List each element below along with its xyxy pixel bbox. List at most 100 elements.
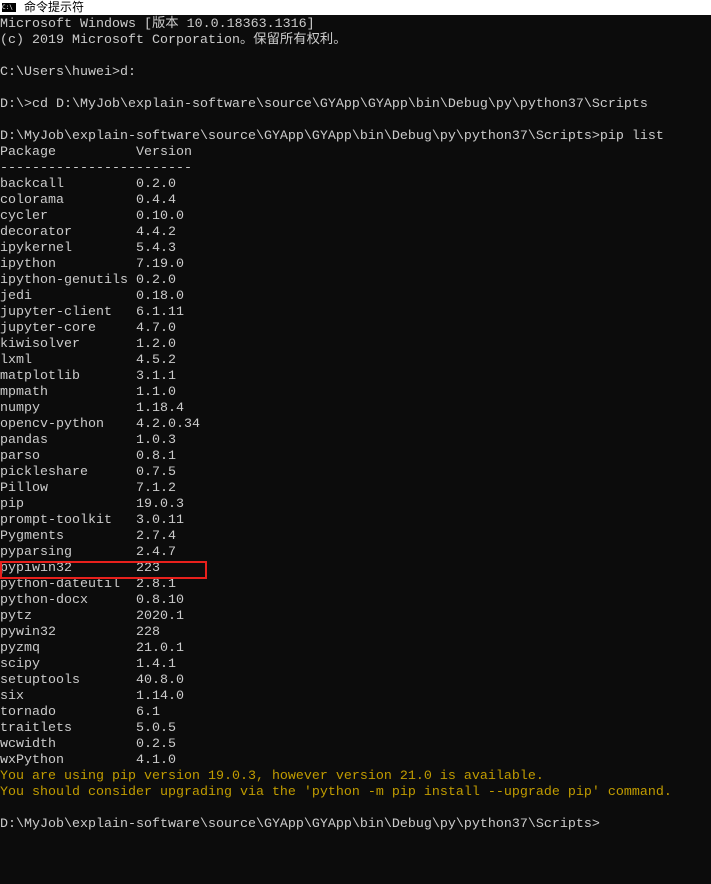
table-header: Package Version xyxy=(0,145,672,161)
package-name: setuptools xyxy=(0,673,80,688)
table-row: parso 0.8.1 xyxy=(0,449,672,465)
package-name: Package xyxy=(0,145,56,160)
package-name: colorama xyxy=(0,193,64,208)
console-line: (c) 2019 Microsoft Corporation。保留所有权利。 xyxy=(0,33,347,48)
package-version: 4.4.2 xyxy=(136,225,176,240)
table-row: python-dateutil 2.8.1 xyxy=(0,577,672,593)
package-name: prompt-toolkit xyxy=(0,513,112,528)
package-version: 0.7.5 xyxy=(136,465,176,480)
package-version: 21.0.1 xyxy=(136,641,184,656)
package-name: ipykernel xyxy=(0,241,72,256)
table-row: six 1.14.0 xyxy=(0,689,672,705)
table-row: ipykernel 5.4.3 xyxy=(0,241,672,257)
package-name: wcwidth xyxy=(0,737,56,752)
table-row: ipython 7.19.0 xyxy=(0,257,672,273)
package-version: 1.4.1 xyxy=(136,657,176,672)
package-name: jedi xyxy=(0,289,32,304)
package-name: pyzmq xyxy=(0,641,40,656)
package-version: 0.2.0 xyxy=(136,273,176,288)
package-version: 2.7.4 xyxy=(136,529,176,544)
package-version: 3.0.11 xyxy=(136,513,184,528)
package-name: ipython xyxy=(0,257,56,272)
terminal-output[interactable]: Microsoft Windows [版本 10.0.18363.1316] (c… xyxy=(0,17,672,833)
package-version: 1.2.0 xyxy=(136,337,176,352)
table-row: jedi 0.18.0 xyxy=(0,289,672,305)
package-version: 0.18.0 xyxy=(136,289,184,304)
package-version: 228 xyxy=(136,625,160,640)
package-version: 40.8.0 xyxy=(136,673,184,688)
table-row: wxPython 4.1.0 xyxy=(0,753,672,769)
table-row: tornado 6.1 xyxy=(0,705,672,721)
console-line: D:\MyJob\explain-software\source\GYApp\G… xyxy=(0,129,664,144)
package-version: 4.2.0.34 xyxy=(136,417,200,432)
package-name: tornado xyxy=(0,705,56,720)
highlight-box xyxy=(0,561,207,579)
table-row: pytz 2020.1 xyxy=(0,609,672,625)
package-name: traitlets xyxy=(0,721,72,736)
package-name: pandas xyxy=(0,433,48,448)
package-name: python-dateutil xyxy=(0,577,120,592)
package-name: lxml xyxy=(0,353,32,368)
package-version: 3.1.1 xyxy=(136,369,176,384)
table-row: Pillow 7.1.2 xyxy=(0,481,672,497)
table-row: backcall 0.2.0 xyxy=(0,177,672,193)
table-row: python-docx 0.8.10 xyxy=(0,593,672,609)
table-row: setuptools 40.8.0 xyxy=(0,673,672,689)
table-row: traitlets 5.0.5 xyxy=(0,721,672,737)
table-row: jupyter-client 6.1.11 xyxy=(0,305,672,321)
table-row: Pygments 2.7.4 xyxy=(0,529,672,545)
table-row: ipython-genutils 0.2.0 xyxy=(0,273,672,289)
package-version: 5.4.3 xyxy=(136,241,176,256)
package-version: 4.1.0 xyxy=(136,753,176,768)
table-row: pandas 1.0.3 xyxy=(0,433,672,449)
table-row: mpmath 1.1.0 xyxy=(0,385,672,401)
table-row: lxml 4.5.2 xyxy=(0,353,672,369)
package-name: pytz xyxy=(0,609,32,624)
package-version: 0.2.0 xyxy=(136,177,176,192)
table-row: pywin32 228 xyxy=(0,625,672,641)
package-version: 0.8.1 xyxy=(136,449,176,464)
package-version: 1.18.4 xyxy=(136,401,184,416)
package-version: 6.1.11 xyxy=(136,305,184,320)
package-name: six xyxy=(0,689,24,704)
package-version: 19.0.3 xyxy=(136,497,184,512)
package-version: 2.4.7 xyxy=(136,545,176,560)
package-version: Version xyxy=(136,145,192,160)
package-version: 0.2.5 xyxy=(136,737,176,752)
package-name: wxPython xyxy=(0,753,64,768)
package-name: pyparsing xyxy=(0,545,72,560)
package-version: 4.7.0 xyxy=(136,321,176,336)
package-name: scipy xyxy=(0,657,40,672)
title-bar: C:\ 命令提示符 xyxy=(0,0,711,15)
package-name: pip xyxy=(0,497,24,512)
package-version: 1.1.0 xyxy=(136,385,176,400)
package-name: backcall xyxy=(0,177,64,192)
package-version: 5.0.5 xyxy=(136,721,176,736)
table-row: kiwisolver 1.2.0 xyxy=(0,337,672,353)
table-row: colorama 0.4.4 xyxy=(0,193,672,209)
command-prompt: D:\MyJob\explain-software\source\GYApp\G… xyxy=(0,817,600,832)
package-name: Pygments xyxy=(0,529,64,544)
package-name: parso xyxy=(0,449,40,464)
package-name: kiwisolver xyxy=(0,337,80,352)
console-line: C:\Users\huwei>d: xyxy=(0,65,136,80)
package-version: 0.10.0 xyxy=(136,209,184,224)
package-name: pywin32 xyxy=(0,625,56,640)
window-title: 命令提示符 xyxy=(24,0,85,14)
table-row: cycler 0.10.0 xyxy=(0,209,672,225)
table-separator: ------------------------ xyxy=(0,161,672,177)
package-name: matplotlib xyxy=(0,369,80,384)
cmd-icon: C:\ xyxy=(2,3,16,12)
package-name: decorator xyxy=(0,225,72,240)
pip-warning: You should consider upgrading via the 'p… xyxy=(0,785,672,800)
package-name: ipython-genutils xyxy=(0,273,128,288)
package-version: ------- xyxy=(136,161,192,176)
package-name: numpy xyxy=(0,401,40,416)
package-version: 2.8.1 xyxy=(136,577,176,592)
table-row: jupyter-core 4.7.0 xyxy=(0,321,672,337)
table-row: pip 19.0.3 xyxy=(0,497,672,513)
